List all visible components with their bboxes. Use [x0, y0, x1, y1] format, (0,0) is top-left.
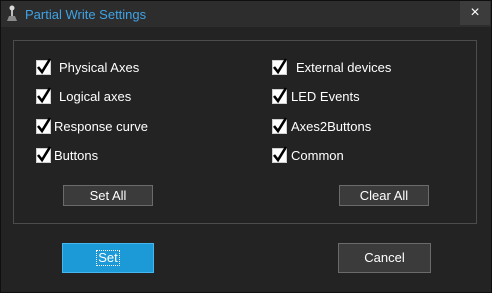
joystick-icon	[6, 5, 18, 22]
checkbox-label: Logical axes	[59, 88, 132, 104]
checkbox-label: Common	[291, 147, 344, 163]
checkbox-axes2buttons[interactable]: Axes2Buttons	[272, 116, 372, 135]
checkbox-label: Buttons	[54, 147, 99, 163]
checkbox-label: Physical Axes	[59, 59, 140, 75]
checkbox-led-events[interactable]: LED Events	[272, 86, 360, 105]
checkbox-logical-axes[interactable]: Logical axes	[36, 86, 132, 105]
dialog-window: Partial Write Settings × Physical Axes L…	[0, 0, 492, 293]
set-button-label: Set	[96, 250, 120, 266]
checkbox-label: External devices	[296, 59, 392, 75]
set-all-button[interactable]: Set All	[63, 185, 153, 206]
close-button[interactable]: ×	[460, 1, 490, 25]
close-icon: ×	[470, 4, 480, 21]
set-button[interactable]: Set	[62, 243, 154, 273]
checkbox-check-icon[interactable]	[36, 116, 52, 134]
checkbox-physical-axes[interactable]: Physical Axes	[36, 57, 140, 76]
options-panel: Physical Axes Logical axes Response curv…	[13, 40, 477, 224]
checkbox-check-icon[interactable]	[272, 86, 288, 104]
checkbox-label: LED Events	[291, 88, 360, 104]
checkbox-check-icon[interactable]	[272, 116, 288, 134]
checkbox-check-icon[interactable]	[36, 86, 52, 104]
checkbox-response-curve[interactable]: Response curve	[36, 116, 148, 135]
checkbox-label: Axes2Buttons	[291, 118, 372, 134]
window-title: Partial Write Settings	[25, 7, 147, 22]
checkbox-check-icon[interactable]	[36, 145, 52, 163]
title-bar[interactable]: Partial Write Settings ×	[1, 1, 491, 27]
checkbox-external-devices[interactable]: External devices	[272, 57, 392, 76]
checkbox-label: Response curve	[54, 118, 148, 134]
checkbox-buttons[interactable]: Buttons	[36, 145, 99, 164]
checkbox-common[interactable]: Common	[272, 145, 344, 164]
checkbox-check-icon[interactable]	[272, 57, 288, 75]
checkbox-check-icon[interactable]	[272, 145, 288, 163]
checkbox-check-icon[interactable]	[36, 57, 52, 75]
clear-all-button[interactable]: Clear All	[339, 185, 429, 206]
cancel-button[interactable]: Cancel	[338, 243, 431, 273]
